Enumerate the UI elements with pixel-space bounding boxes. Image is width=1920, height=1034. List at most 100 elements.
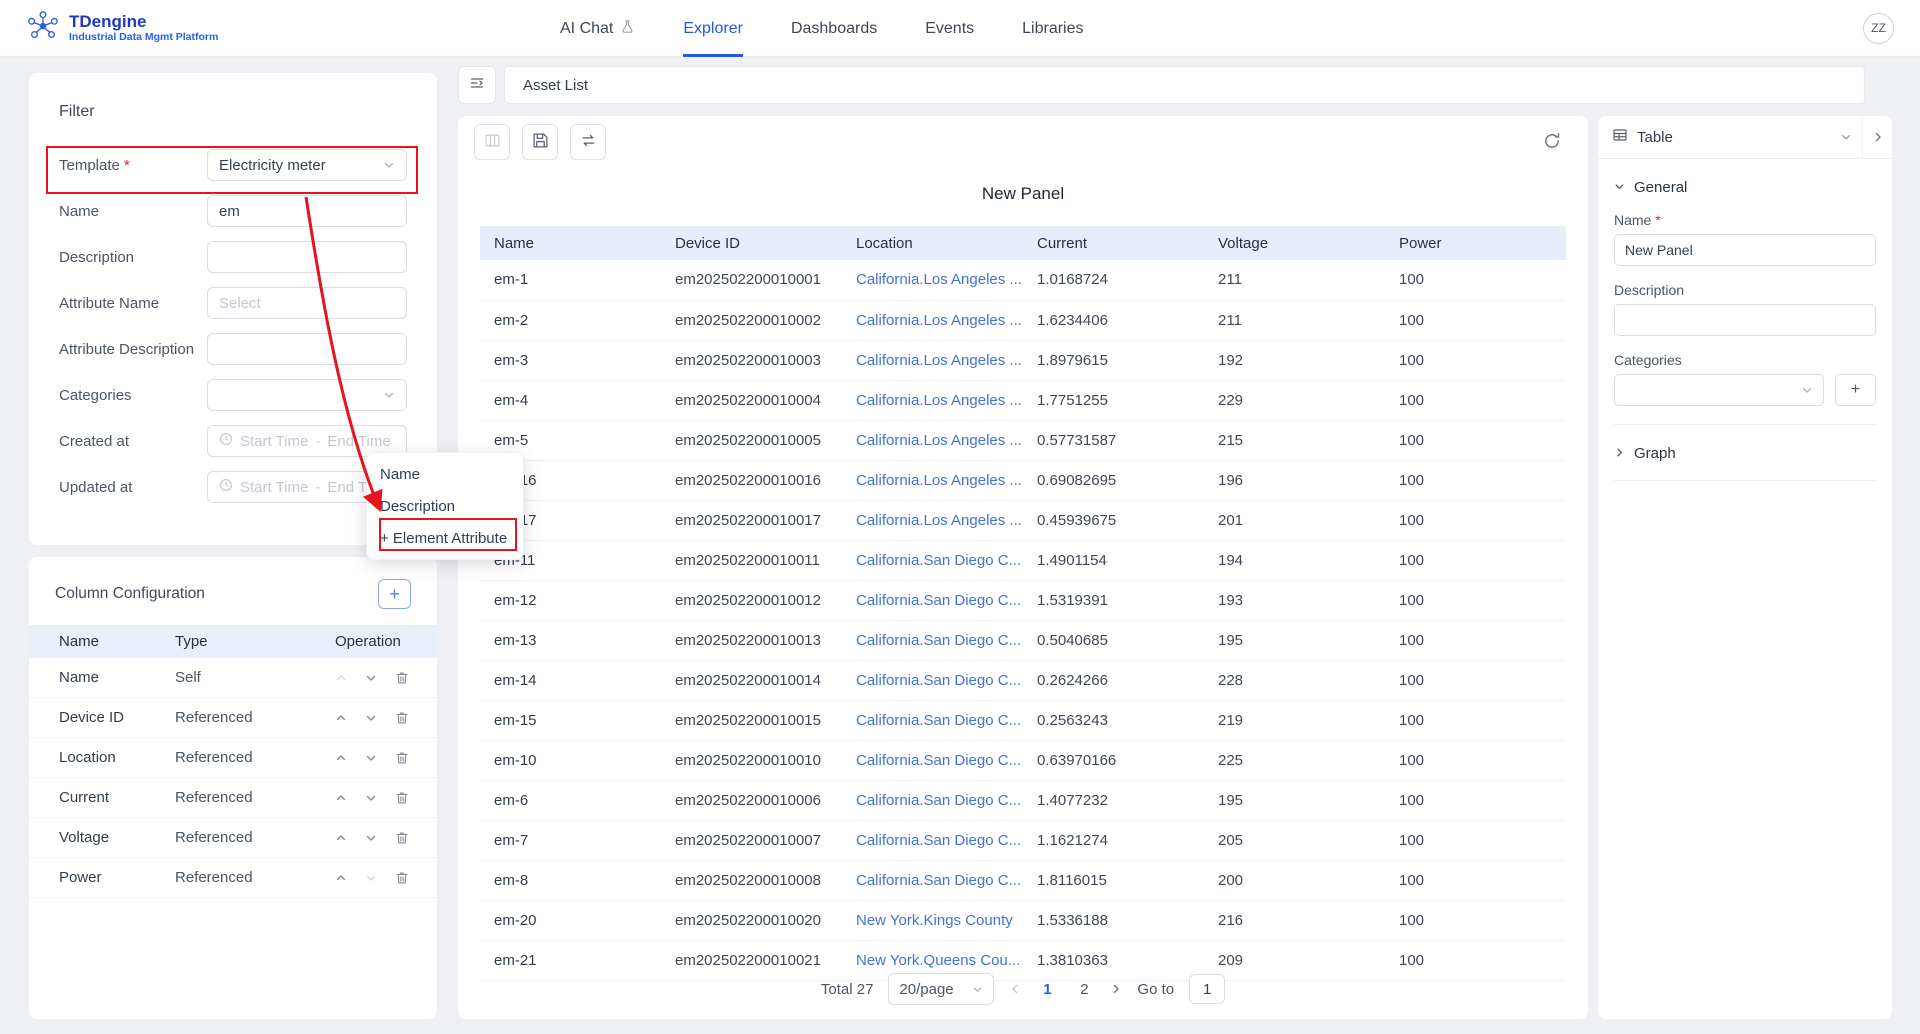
move-up-icon[interactable] [335,872,347,884]
asset-cell: 1.1621274 [1023,820,1204,860]
refresh-button[interactable] [1536,126,1568,158]
delete-column-icon[interactable] [395,671,409,685]
attribute-name-select[interactable]: Select [207,287,407,319]
location-link[interactable]: California.Los Angeles ... [842,340,1023,380]
column-name: Current [59,789,175,806]
asset-cell: em202502200010001 [661,260,842,300]
location-link[interactable]: California.Los Angeles ... [842,300,1023,340]
asset-table: NameDevice IDLocationCurrentVoltagePower… [480,226,1566,981]
name-input[interactable] [219,203,395,220]
location-link[interactable]: California.Los Angeles ... [842,500,1023,540]
attribute-description-input[interactable] [219,341,395,358]
asset-table-body: em-1em202502200010001California.Los Ange… [480,260,1566,980]
location-link[interactable]: California.San Diego C... [842,580,1023,620]
name-label: Name [59,203,207,220]
add-column-button[interactable]: + [378,579,411,609]
description-input[interactable] [219,249,395,266]
location-link[interactable]: California.San Diego C... [842,740,1023,780]
location-link[interactable]: California.San Diego C... [842,660,1023,700]
location-link[interactable]: California.San Diego C... [842,780,1023,820]
move-down-icon[interactable] [365,752,377,764]
nav-item-dashboards[interactable]: Dashboards [791,0,877,57]
asset-cell: em202502200010010 [661,740,842,780]
dropdown-item-element-attribute[interactable]: + Element Attribute [367,522,523,554]
sync-button[interactable] [570,124,606,160]
page-size-select[interactable]: 20/page [888,973,994,1005]
panel-description-input[interactable] [1614,304,1876,336]
nav-item-ai-chat[interactable]: AI Chat [560,0,635,57]
column-config-row: CurrentReferenced [29,778,437,818]
avatar[interactable]: ZZ [1863,13,1894,44]
panel-categories-select[interactable] [1614,374,1824,406]
nav-item-libraries[interactable]: Libraries [1022,0,1083,57]
asset-cell: 1.7751255 [1023,380,1204,420]
prev-page-icon[interactable] [1009,983,1021,995]
app-logo: TDengine Industrial Data Mgmt Platform [26,9,218,47]
graph-section-header[interactable]: Graph [1614,445,1876,462]
panel-collapse-button[interactable] [1862,116,1892,159]
column-name: Power [59,869,175,886]
asset-cell: 100 [1385,500,1566,540]
move-up-icon[interactable] [335,792,347,804]
location-link[interactable]: California.San Diego C... [842,540,1023,580]
categories-select[interactable] [207,379,407,411]
location-link[interactable]: California.San Diego C... [842,860,1023,900]
column-configuration-panel: Column Configuration + Name Type Operati… [29,557,437,1019]
move-down-icon[interactable] [365,832,377,844]
move-up-icon[interactable] [335,832,347,844]
add-category-button[interactable]: + [1835,374,1876,406]
goto-page-input[interactable] [1189,974,1225,1004]
location-link[interactable]: California.San Diego C... [842,820,1023,860]
sidebar-toggle-button[interactable] [458,66,496,104]
move-down-icon[interactable] [365,712,377,724]
view-selector-value[interactable]: Table [1637,129,1673,146]
asset-cell: em202502200010017 [661,500,842,540]
asset-cell: 100 [1385,900,1566,940]
asset-name-cell: em-15 [480,700,661,740]
asset-cell: em202502200010011 [661,540,842,580]
dropdown-item-name[interactable]: Name [367,458,523,490]
tab-asset-list[interactable]: Asset List [504,66,1865,104]
delete-column-icon[interactable] [395,871,409,885]
move-up-icon[interactable] [335,752,347,764]
move-up-icon[interactable] [335,672,347,684]
page-number-2[interactable]: 2 [1073,981,1095,998]
dropdown-item-description[interactable]: Description [367,490,523,522]
asset-row: em-8em202502200010008California.San Dieg… [480,860,1566,900]
categories-label: Categories [59,387,207,404]
location-link[interactable]: New York.Kings County [842,900,1023,940]
layout-columns-button[interactable] [474,124,510,160]
location-link[interactable]: California.Los Angeles ... [842,380,1023,420]
general-section-header[interactable]: General [1614,179,1876,196]
list-collapse-icon [469,75,485,95]
save-button[interactable] [522,124,558,160]
move-up-icon[interactable] [335,712,347,724]
nav-item-events[interactable]: Events [925,0,974,57]
asset-row: em-20em202502200010020New York.Kings Cou… [480,900,1566,940]
chevron-down-icon[interactable] [1840,131,1852,143]
location-link[interactable]: California.Los Angeles ... [842,460,1023,500]
location-link[interactable]: California.Los Angeles ... [842,420,1023,460]
general-section: General Name Description Categories + Gr… [1598,179,1892,481]
location-link[interactable]: California.Los Angeles ... [842,260,1023,300]
delete-column-icon[interactable] [395,711,409,725]
delete-column-icon[interactable] [395,791,409,805]
location-link[interactable]: California.San Diego C... [842,700,1023,740]
asset-row: em-5em202502200010005California.Los Ange… [480,420,1566,460]
page-number-1[interactable]: 1 [1036,981,1058,998]
delete-column-icon[interactable] [395,751,409,765]
tdengine-logo-icon [26,9,60,47]
move-down-icon[interactable] [365,792,377,804]
move-down-icon[interactable] [365,672,377,684]
move-down-icon[interactable] [365,872,377,884]
next-page-icon[interactable] [1110,983,1122,995]
panel-name-input[interactable] [1614,234,1876,266]
location-link[interactable]: California.San Diego C... [842,620,1023,660]
nav-item-explorer[interactable]: Explorer [683,0,743,57]
asset-cell: 100 [1385,460,1566,500]
delete-column-icon[interactable] [395,831,409,845]
template-select[interactable]: Electricity meter [207,149,407,181]
panel-toolbar [458,116,1588,166]
chevron-down-icon [1801,384,1813,396]
asset-cell: 1.8116015 [1023,860,1204,900]
